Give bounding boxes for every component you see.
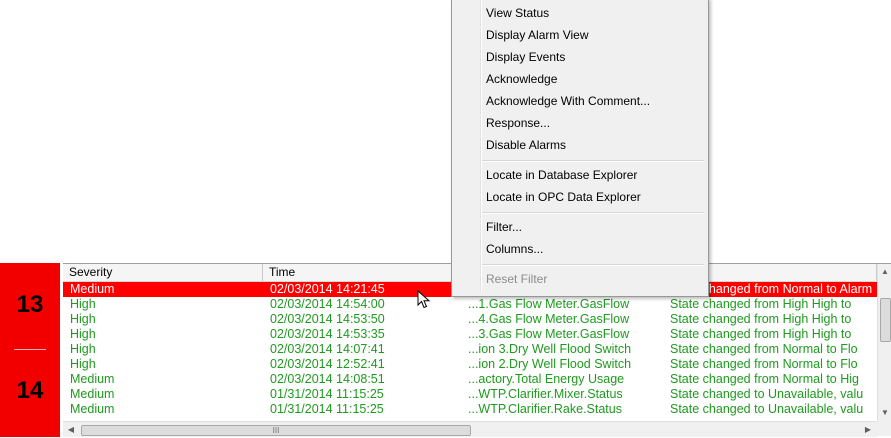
cell-severity: High <box>70 297 96 311</box>
context-menu: View Status Display Alarm View Display E… <box>451 0 709 297</box>
cell-severity: High <box>70 312 96 326</box>
cell-time: 02/03/2014 14:07:41 <box>270 342 385 356</box>
cell-message: State changed from High High to <box>670 297 852 311</box>
menu-item-locate-database-explorer[interactable]: Locate in Database Explorer <box>486 164 637 186</box>
scroll-left-arrow-icon[interactable]: ◀ <box>64 422 78 437</box>
cell-source: ...ion 3.Dry Well Flood Switch <box>468 342 632 356</box>
cell-time: 02/03/2014 14:53:50 <box>270 312 385 326</box>
vertical-scroll-thumb[interactable] <box>880 298 891 342</box>
table-row[interactable]: Medium 01/31/2014 11:15:25 ...WTP.Clarif… <box>63 387 877 402</box>
menu-item-disable-alarms[interactable]: Disable Alarms <box>486 134 566 156</box>
cell-severity: High <box>70 357 96 371</box>
table-row[interactable]: High 02/03/2014 14:54:00 ...1.Gas Flow M… <box>63 297 877 312</box>
cell-severity: Medium <box>70 402 115 416</box>
cell-time: 01/31/2014 11:15:25 <box>270 402 384 416</box>
menu-item-filter[interactable]: Filter... <box>486 216 522 238</box>
column-header-time[interactable]: Time <box>263 264 483 281</box>
cell-severity: Medium <box>70 387 115 401</box>
horizontal-scrollbar[interactable]: ◀ III ▶ <box>63 421 877 437</box>
menu-item-display-events[interactable]: Display Events <box>486 46 565 68</box>
cell-source: ...3.Gas Flow Meter.GasFlow <box>468 327 630 341</box>
cell-source: ...WTP.Clarifier.Mixer.Status <box>468 387 623 401</box>
cell-message: State changed from High High to <box>670 312 852 326</box>
cell-message: State changed to Unavailable, valu <box>670 387 864 401</box>
cell-message: State changed from High High to <box>670 327 852 341</box>
menu-separator <box>482 264 704 266</box>
menu-item-view-status[interactable]: View Status <box>486 2 549 24</box>
scroll-right-arrow-icon[interactable]: ▶ <box>861 422 875 437</box>
scroll-up-arrow-icon[interactable]: ▲ <box>878 265 891 279</box>
cell-severity: Medium <box>70 282 115 296</box>
menu-separator <box>482 212 704 214</box>
horizontal-scroll-thumb[interactable]: III <box>81 425 471 436</box>
menu-separator <box>482 160 704 162</box>
menu-item-response[interactable]: Response... <box>486 112 550 134</box>
table-row[interactable]: High 02/03/2014 14:53:35 ...3.Gas Flow M… <box>63 327 877 342</box>
cell-time: 02/03/2014 14:08:51 <box>270 372 385 386</box>
cell-message: State changed from Normal to Flo <box>670 357 858 371</box>
menu-item-locate-opc-data-explorer[interactable]: Locate in OPC Data Explorer <box>486 186 641 208</box>
menu-icon-gutter <box>480 1 482 292</box>
cell-source: ...WTP.Clarifier.Rake.Status <box>468 402 622 416</box>
vertical-scrollbar[interactable]: ▲ ▼ <box>877 264 891 421</box>
scrollbar-corner <box>877 421 891 436</box>
cell-message: State changed from Normal to Hig <box>670 372 859 386</box>
cell-source: ...actory.Total Energy Usage <box>468 372 625 386</box>
cell-source: ...4.Gas Flow Meter.GasFlow <box>468 312 630 326</box>
table-row[interactable]: High 02/03/2014 14:53:50 ...4.Gas Flow M… <box>63 312 877 327</box>
cell-message: State changed to Unavailable, valu <box>670 402 864 416</box>
mouse-pointer-icon <box>417 290 431 309</box>
table-row[interactable]: Medium 01/31/2014 11:15:25 ...WTP.Clarif… <box>63 402 877 417</box>
cell-time: 02/03/2014 12:52:41 <box>270 357 385 371</box>
alarm-count-14: 14 <box>16 377 44 404</box>
menu-item-acknowledge-with-comment[interactable]: Acknowledge With Comment... <box>486 90 650 112</box>
scroll-down-arrow-icon[interactable]: ▼ <box>878 406 891 420</box>
table-row[interactable]: High 02/03/2014 12:52:41 ...ion 2.Dry We… <box>63 357 877 372</box>
alarm-count-13: 13 <box>16 291 44 318</box>
table-row[interactable]: High 02/03/2014 14:07:41 ...ion 3.Dry We… <box>63 342 877 357</box>
cell-time: 02/03/2014 14:53:35 <box>270 327 385 341</box>
cell-message: State changed from Normal to Flo <box>670 342 858 356</box>
menu-item-columns[interactable]: Columns... <box>486 238 543 260</box>
cell-time: 02/03/2014 14:21:45 <box>270 282 385 296</box>
menu-item-display-alarm-view[interactable]: Display Alarm View <box>486 24 588 46</box>
cell-severity: Medium <box>70 372 115 386</box>
menu-item-acknowledge[interactable]: Acknowledge <box>486 68 557 90</box>
cell-severity: High <box>70 327 96 341</box>
cell-time: 02/03/2014 14:54:00 <box>270 297 385 311</box>
cell-severity: High <box>70 342 96 356</box>
cell-source: ...1.Gas Flow Meter.GasFlow <box>468 297 630 311</box>
cell-time: 01/31/2014 11:15:25 <box>270 387 384 401</box>
menu-item-reset-filter: Reset Filter <box>486 272 548 286</box>
cell-source: ...ion 2.Dry Well Flood Switch <box>468 357 632 371</box>
counter-divider <box>14 349 46 350</box>
table-row[interactable]: Medium 02/03/2014 14:08:51 ...actory.Tot… <box>63 372 877 387</box>
column-header-severity[interactable]: Severity <box>63 264 263 281</box>
alarm-counters-panel: 13 14 <box>0 263 60 437</box>
